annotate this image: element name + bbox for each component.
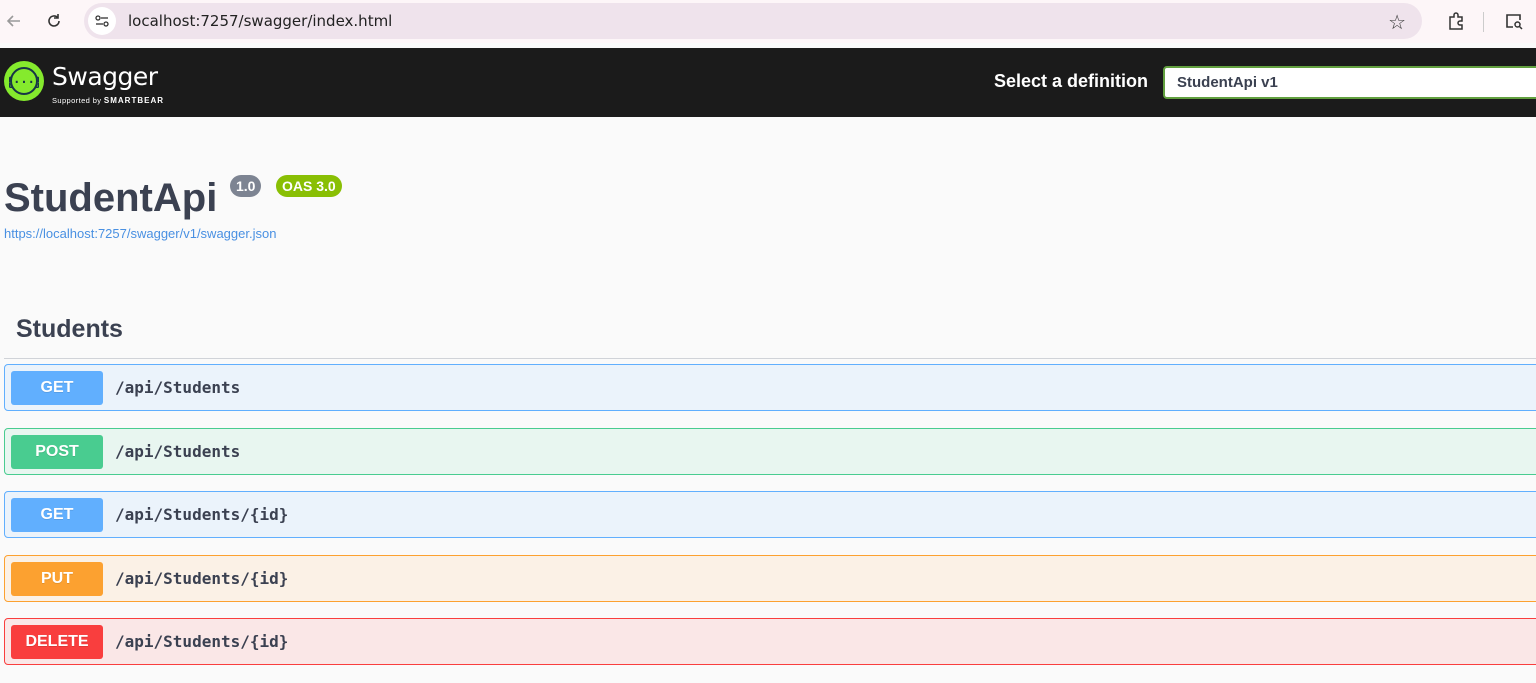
swagger-logo-icon[interactable]: {···} (4, 61, 44, 101)
method-badge: GET (11, 370, 103, 405)
method-badge: POST (11, 434, 103, 469)
brand-sub-company: SMARTBEAR (103, 96, 165, 105)
url-text[interactable]: localhost:7257/swagger/index.html (128, 12, 392, 30)
method-badge: DELETE (11, 624, 103, 659)
tab-search-icon[interactable] (1500, 7, 1528, 35)
swagger-topbar: {···} Swagger Supported by SMARTBEAR Sel… (0, 48, 1536, 117)
method-badge: GET (11, 497, 103, 532)
spec-url-link[interactable]: https://localhost:7257/swagger/v1/swagge… (4, 226, 276, 241)
operation-get-student-by-id[interactable]: GET /api/Students/{id} (4, 491, 1536, 538)
reload-icon[interactable] (40, 7, 68, 35)
operation-path: /api/Students/{id} (115, 505, 289, 524)
oas-badge: OAS 3.0 (276, 175, 342, 197)
toolbar-separator (1483, 12, 1484, 32)
swagger-brand[interactable]: Swagger (52, 62, 158, 91)
definition-label: Select a definition (994, 71, 1149, 91)
tag-heading-students[interactable]: Students (4, 305, 1536, 359)
operation-path: /api/Students (115, 442, 241, 461)
browser-toolbar: localhost:7257/swagger/index.html ☆ (0, 0, 1536, 43)
address-bar[interactable]: localhost:7257/swagger/index.html ☆ (84, 3, 1422, 39)
svg-text:{···}: {···} (9, 75, 39, 89)
operation-put-student[interactable]: PUT /api/Students/{id} (4, 555, 1536, 602)
method-badge: PUT (11, 561, 103, 596)
definition-select[interactable]: StudentApi v1 (1163, 66, 1536, 99)
operation-path: /api/Students/{id} (115, 569, 289, 588)
operation-path: /api/Students (115, 378, 241, 397)
operation-post-students[interactable]: POST /api/Students (4, 428, 1536, 475)
api-title: StudentApi (4, 176, 218, 220)
extensions-icon[interactable] (1442, 7, 1470, 35)
operation-path: /api/Students/{id} (115, 632, 289, 651)
version-badge: 1.0 (230, 175, 262, 197)
back-arrow-icon[interactable] (0, 7, 28, 35)
tag-name: Students (16, 315, 123, 343)
site-settings-icon[interactable] (88, 7, 116, 35)
operation-get-students[interactable]: GET /api/Students (4, 364, 1536, 411)
brand-sub-prefix: Supported by (52, 96, 102, 105)
bookmark-star-icon[interactable]: ☆ (1388, 10, 1406, 35)
operation-delete-student[interactable]: DELETE /api/Students/{id} (4, 618, 1536, 665)
brand-supported-by: Supported by SMARTBEAR (52, 96, 164, 105)
